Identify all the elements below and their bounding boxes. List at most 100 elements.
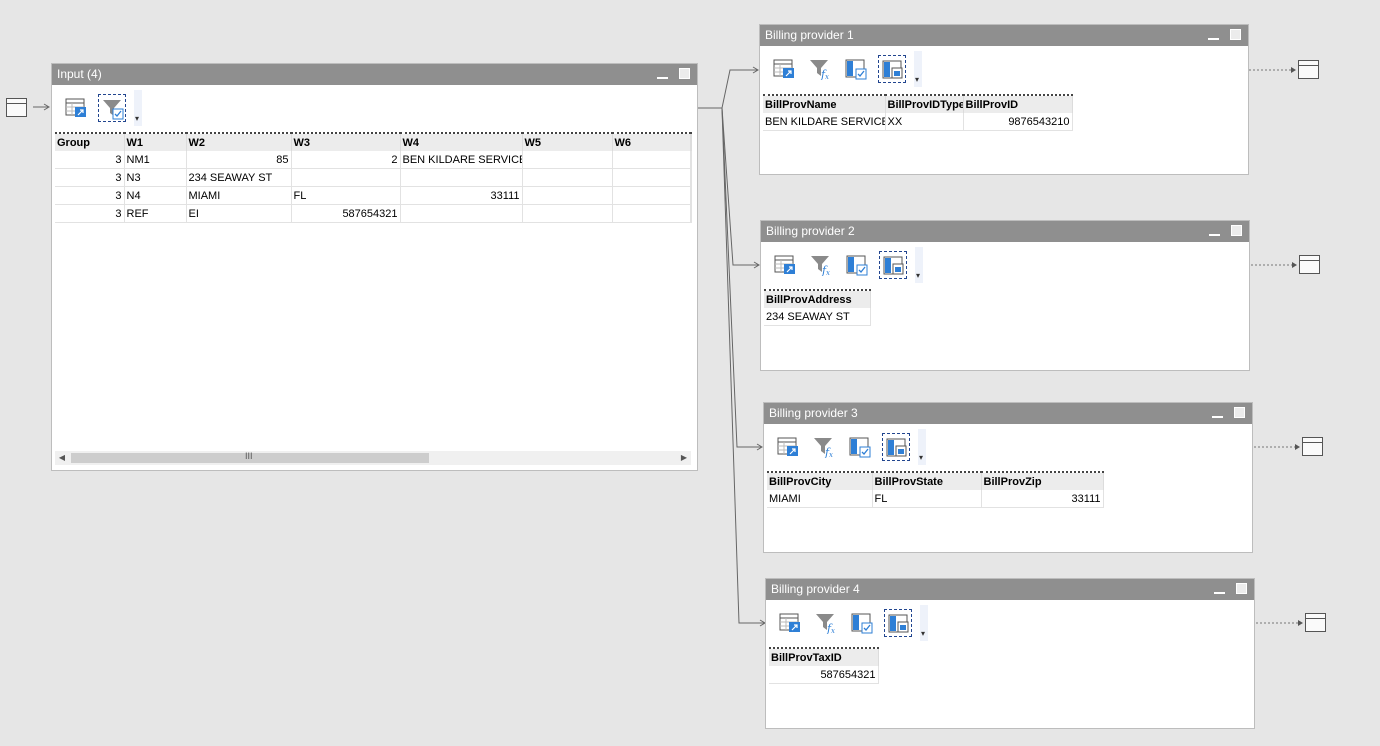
cell[interactable]: REF (124, 204, 187, 223)
cell[interactable]: N4 (124, 186, 187, 205)
billing-provider-1-window[interactable]: Billing provider 1 f x ▾ BillProvName Bill… (759, 24, 1249, 175)
scroll-left-icon[interactable]: ◀ (55, 451, 69, 465)
minimize-icon[interactable] (1214, 583, 1225, 594)
column-header[interactable]: BillProvTaxID (769, 648, 879, 666)
horizontal-scrollbar[interactable]: ◀ III ▶ (55, 451, 691, 465)
toolbar-overflow-icon[interactable]: ▾ (134, 90, 142, 126)
filter-function-icon[interactable]: fx (806, 55, 834, 83)
cell[interactable] (400, 204, 523, 223)
cell[interactable] (612, 186, 691, 205)
scrollbar-thumb[interactable]: III (71, 451, 429, 463)
filter-function-icon[interactable]: fx (807, 251, 835, 279)
toolbar-overflow-icon[interactable]: ▾ (914, 51, 922, 87)
cell[interactable] (522, 186, 613, 205)
column-header[interactable]: BillProvState (872, 472, 982, 490)
column-header[interactable]: BillProvZip (981, 472, 1104, 490)
cell[interactable]: 3 (55, 151, 125, 169)
cell[interactable]: BEN KILDARE SERVICE (763, 113, 886, 131)
cell[interactable]: 2 (291, 151, 401, 169)
column-layout-icon[interactable] (878, 55, 906, 83)
source-node[interactable] (6, 98, 27, 117)
column-check-icon[interactable] (848, 609, 876, 637)
filter-function-icon[interactable]: fx (812, 609, 840, 637)
column-layout-icon[interactable] (884, 609, 912, 637)
table-row[interactable]: 234 SEAWAY ST (764, 308, 871, 326)
cell[interactable] (612, 168, 691, 187)
cell[interactable]: 587654321 (291, 204, 401, 223)
cell[interactable]: 587654321 (769, 666, 879, 684)
cell[interactable]: 9876543210 (963, 113, 1073, 131)
cell[interactable]: EI (186, 204, 292, 223)
cell[interactable]: MIAMI (767, 490, 873, 508)
table-row[interactable]: 3 NM1 85 2 BEN KILDARE SERVICE (55, 151, 692, 169)
column-header[interactable]: BillProvID (963, 95, 1073, 113)
column-layout-icon[interactable] (879, 251, 907, 279)
cell[interactable]: 3 (55, 168, 125, 187)
cell[interactable]: 85 (186, 151, 292, 169)
billing-provider-4-window[interactable]: Billing provider 4 f x ▾ BillProvTaxID 587… (765, 578, 1255, 729)
cell[interactable]: 3 (55, 204, 125, 223)
cell[interactable] (400, 168, 523, 187)
cell[interactable]: FL (872, 490, 982, 508)
column-header[interactable]: BillProvName (763, 95, 886, 113)
table-row[interactable]: BEN KILDARE SERVICE XX 9876543210 (763, 113, 1073, 131)
table-row[interactable]: 3 REF EI 587654321 (55, 204, 692, 223)
maximize-icon[interactable] (1231, 225, 1242, 236)
input-titlebar[interactable]: Input (4) (52, 64, 697, 85)
filter-function-icon[interactable]: fx (810, 433, 838, 461)
billing-provider-2-window[interactable]: Billing provider 2 f x ▾ BillProvAddress 2… (760, 220, 1250, 371)
maximize-icon[interactable] (679, 68, 690, 79)
column-header[interactable]: Group (55, 133, 125, 151)
column-header[interactable]: W2 (186, 133, 292, 151)
column-header[interactable] (690, 133, 692, 151)
cell[interactable]: 234 SEAWAY ST (186, 168, 292, 187)
cell[interactable] (522, 204, 613, 223)
toolbar-overflow-icon[interactable]: ▾ (915, 247, 923, 283)
cell[interactable] (690, 151, 692, 169)
cell[interactable] (690, 204, 692, 223)
column-header[interactable]: BillProvIDType (885, 95, 964, 113)
column-check-icon[interactable] (843, 251, 871, 279)
column-header[interactable]: W5 (522, 133, 613, 151)
maximize-icon[interactable] (1230, 29, 1241, 40)
cell[interactable]: N3 (124, 168, 187, 187)
maximize-icon[interactable] (1234, 407, 1245, 418)
cell[interactable]: 3 (55, 186, 125, 205)
table-export-icon[interactable] (771, 251, 799, 279)
sink-node-3[interactable] (1302, 437, 1323, 456)
cell[interactable]: MIAMI (186, 186, 292, 205)
column-header[interactable]: W6 (612, 133, 691, 151)
maximize-icon[interactable] (1236, 583, 1247, 594)
column-layout-icon[interactable] (882, 433, 910, 461)
table-export-icon[interactable] (776, 609, 804, 637)
input-window[interactable]: Input (4) ▾ Group W1 W2 W3 W4 W5 W6 3 NM… (51, 63, 698, 471)
cell[interactable]: 234 SEAWAY ST (764, 308, 871, 326)
column-header[interactable]: BillProvCity (767, 472, 873, 490)
billing-provider-3-window[interactable]: Billing provider 3 f x ▾ BillProvCity Bill… (763, 402, 1253, 553)
provider-titlebar[interactable]: Billing provider 3 (764, 403, 1252, 424)
table-export-icon[interactable] (770, 55, 798, 83)
table-row[interactable]: MIAMI FL 33111 (767, 490, 1104, 508)
table-export-icon[interactable] (774, 433, 802, 461)
cell[interactable] (612, 204, 691, 223)
cell[interactable] (522, 151, 613, 169)
cell[interactable] (522, 168, 613, 187)
cell[interactable]: NM1 (124, 151, 187, 169)
table-row[interactable]: 587654321 (769, 666, 879, 684)
provider-titlebar[interactable]: Billing provider 4 (766, 579, 1254, 600)
column-header[interactable]: BillProvAddress (764, 290, 871, 308)
column-check-icon[interactable] (846, 433, 874, 461)
cell[interactable]: 33111 (400, 186, 523, 205)
minimize-icon[interactable] (657, 68, 668, 79)
cell[interactable]: FL (291, 186, 401, 205)
minimize-icon[interactable] (1209, 225, 1220, 236)
filter-check-icon[interactable] (98, 94, 126, 122)
sink-node-1[interactable] (1298, 60, 1319, 79)
cell[interactable]: XX (885, 113, 964, 131)
cell[interactable] (690, 186, 692, 205)
table-export-icon[interactable] (62, 94, 90, 122)
table-row[interactable]: 3 N4 MIAMI FL 33111 (55, 186, 692, 205)
cell[interactable] (690, 168, 692, 187)
column-header[interactable]: W1 (124, 133, 187, 151)
minimize-icon[interactable] (1212, 407, 1223, 418)
